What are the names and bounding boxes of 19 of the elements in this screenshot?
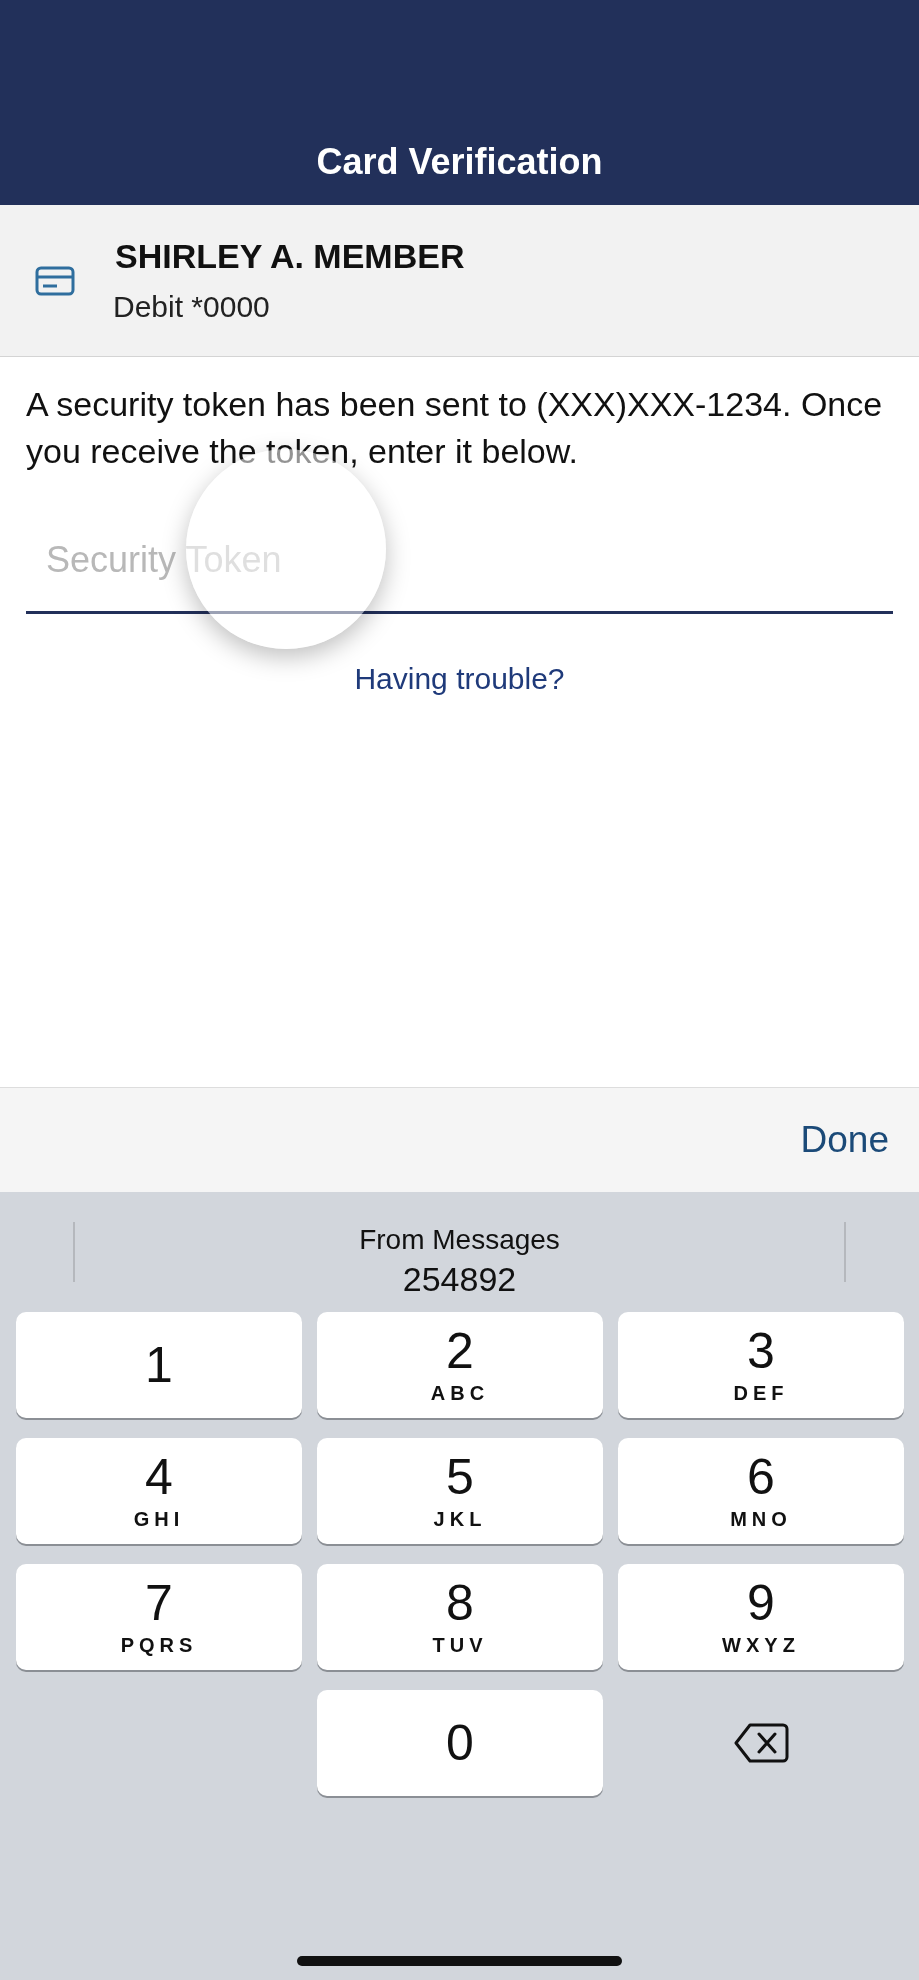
number-key[interactable]: 1 bbox=[16, 1312, 302, 1418]
number-key[interactable]: 8 TUV bbox=[317, 1564, 603, 1670]
number-key[interactable]: 0 bbox=[317, 1690, 603, 1796]
number-key[interactable]: 6 MNO bbox=[618, 1438, 904, 1544]
screen-title: Card Verification bbox=[316, 141, 603, 183]
cardholder-name: SHIRLEY A. MEMBER bbox=[115, 237, 465, 276]
number-key[interactable]: 3 DEF bbox=[618, 1312, 904, 1418]
help-link[interactable]: Having trouble? bbox=[354, 662, 565, 696]
number-key[interactable]: 7 PQRS bbox=[16, 1564, 302, 1670]
number-key[interactable]: 4 GHI bbox=[16, 1438, 302, 1544]
number-key[interactable]: 2 ABC bbox=[317, 1312, 603, 1418]
backspace-icon bbox=[733, 1722, 789, 1764]
account-label: Debit *0000 bbox=[113, 290, 270, 324]
done-button[interactable]: Done bbox=[800, 1119, 889, 1161]
number-key[interactable]: 5 JKL bbox=[317, 1438, 603, 1544]
code-suggestion[interactable]: From Messages 254892 bbox=[359, 1223, 560, 1299]
number-key[interactable]: 9 WXYZ bbox=[618, 1564, 904, 1670]
credit-card-icon bbox=[35, 265, 75, 296]
instruction-text: A security token has been sent to (XXX)XXX-1234. Once you receive the token, enter it below. bbox=[26, 384, 884, 472]
